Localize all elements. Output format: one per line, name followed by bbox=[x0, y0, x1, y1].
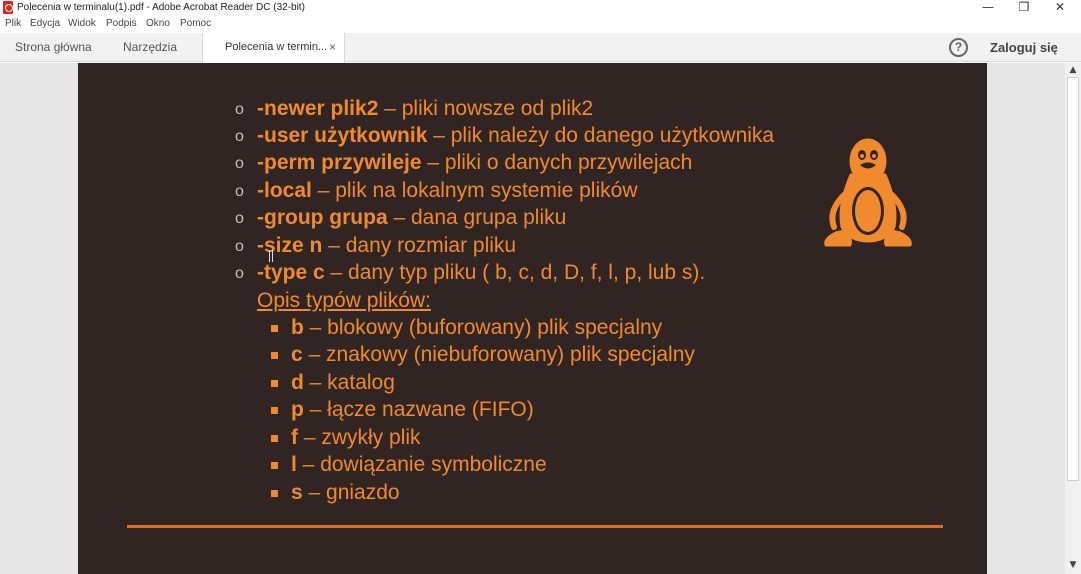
file-type-bullet bbox=[271, 325, 278, 332]
option-bullet: o bbox=[235, 265, 244, 282]
menu-pomoc[interactable]: Pomoc bbox=[180, 18, 211, 29]
window-title: Polecenia w terminalu(1).pdf - Adobe Acr… bbox=[17, 2, 305, 13]
acrobat-pdf-icon bbox=[3, 1, 13, 14]
restore-button[interactable]: ❐ bbox=[1006, 0, 1042, 17]
option-line: -group grupa – dana grupa pliku bbox=[257, 206, 566, 230]
file-type-bullet bbox=[271, 462, 278, 469]
file-type-desc: – znakowy (niebuforowany) plik specjalny bbox=[302, 343, 695, 366]
sign-in-button[interactable]: Zaloguj się bbox=[990, 40, 1058, 55]
tab-home[interactable]: Strona główna bbox=[15, 33, 92, 62]
option-flag: -perm przywileje bbox=[257, 151, 422, 174]
tab-tools[interactable]: Narzędzia bbox=[123, 33, 177, 62]
file-type-code: c bbox=[291, 343, 303, 366]
close-window-button[interactable]: ✕ bbox=[1042, 0, 1078, 17]
menu-edycja[interactable]: Edycja bbox=[30, 18, 60, 29]
option-desc: – dana grupa pliku bbox=[387, 206, 567, 229]
option-flag: -user użytkownik bbox=[257, 124, 428, 147]
file-type-code: f bbox=[291, 426, 298, 449]
option-bullet: o bbox=[235, 155, 244, 172]
pdf-page: o -newer plik2 – pliki nowsze od plik2 o… bbox=[78, 63, 987, 574]
tab-bar: Strona główna Narzędzia Polecenia w term… bbox=[0, 33, 1081, 63]
file-types-heading: Opis typów plików: bbox=[257, 289, 431, 312]
document-viewport[interactable]: o -newer plik2 – pliki nowsze od plik2 o… bbox=[0, 63, 1065, 574]
option-bullet: o bbox=[235, 128, 244, 145]
option-flag: -group grupa bbox=[257, 206, 388, 229]
file-type-line: s – gniazdo bbox=[291, 481, 400, 505]
scroll-up-icon[interactable]: ▲ bbox=[1065, 63, 1081, 77]
option-desc: – plik na lokalnym systemie plików bbox=[311, 179, 638, 202]
menu-bar: Plik Edycja Widok Podpis Okno Pomoc bbox=[0, 17, 1081, 33]
text-cursor-icon bbox=[269, 250, 273, 262]
file-type-bullet bbox=[271, 407, 278, 414]
file-type-line: c – znakowy (niebuforowany) plik specjal… bbox=[291, 343, 695, 367]
scroll-down-icon[interactable]: ▼ bbox=[1065, 558, 1081, 572]
option-line: -newer plik2 – pliki nowsze od plik2 bbox=[257, 97, 593, 121]
file-type-line: l – dowiązanie symboliczne bbox=[291, 453, 547, 477]
file-type-bullet bbox=[271, 490, 278, 497]
file-type-code: d bbox=[291, 371, 304, 394]
tab-document-label: Polecenia w termin... bbox=[225, 41, 328, 53]
option-desc: – plik należy do danego użytkownika bbox=[427, 124, 775, 147]
scroll-thumb[interactable] bbox=[1067, 77, 1079, 481]
help-circle-icon[interactable]: ? bbox=[949, 38, 968, 57]
tab-document[interactable]: Polecenia w termin... × bbox=[202, 33, 345, 63]
file-type-desc: – katalog bbox=[303, 371, 395, 394]
tab-close-icon[interactable]: × bbox=[329, 33, 336, 61]
vertical-scrollbar[interactable]: ▲ ▼ bbox=[1065, 63, 1081, 574]
option-line: -perm przywileje – pliki o danych przywi… bbox=[257, 151, 692, 175]
option-bullet: o bbox=[235, 210, 244, 227]
option-line: -type c – dany typ pliku ( b, c, d, D, f… bbox=[257, 261, 705, 285]
option-flag: -newer plik2 bbox=[257, 97, 379, 120]
file-type-bullet bbox=[271, 435, 278, 442]
file-type-desc: – dowiązanie symboliczne bbox=[296, 453, 547, 476]
menu-podpis[interactable]: Podpis bbox=[106, 18, 137, 29]
option-line: -user użytkownik – plik należy do danego… bbox=[257, 124, 774, 148]
file-type-bullet bbox=[271, 352, 278, 359]
option-bullet: o bbox=[235, 183, 244, 200]
option-line: -local – plik na lokalnym systemie plikó… bbox=[257, 179, 637, 203]
option-bullet: o bbox=[235, 101, 244, 118]
file-type-bullet bbox=[271, 380, 278, 387]
menu-widok[interactable]: Widok bbox=[68, 18, 96, 29]
file-type-desc: – zwykły plik bbox=[298, 426, 421, 449]
option-flag: -type c bbox=[257, 261, 325, 284]
option-desc: – pliki nowsze od plik2 bbox=[378, 97, 594, 120]
file-type-desc: – łącze nazwane (FIFO) bbox=[303, 398, 534, 421]
menu-plik[interactable]: Plik bbox=[5, 18, 21, 29]
file-type-line: d – katalog bbox=[291, 371, 395, 395]
minimize-button[interactable]: — bbox=[970, 0, 1006, 17]
file-type-line: b – blokowy (buforowany) plik specjalny bbox=[291, 316, 662, 340]
option-desc: – dany typ pliku ( b, c, d, D, f, l, p, … bbox=[324, 261, 706, 284]
file-type-desc: – blokowy (buforowany) plik specjalny bbox=[303, 316, 663, 339]
option-flag: -size n bbox=[257, 234, 323, 257]
option-line: -size n – dany rozmiar pliku bbox=[257, 234, 516, 258]
file-type-code: b bbox=[291, 316, 304, 339]
option-desc: – dany rozmiar pliku bbox=[322, 234, 517, 257]
file-type-desc: – gniazdo bbox=[302, 481, 400, 504]
option-bullet: o bbox=[235, 238, 244, 255]
option-desc: – pliki o danych przywilejach bbox=[421, 151, 693, 174]
file-type-code: p bbox=[291, 398, 304, 421]
option-flag: -local bbox=[257, 179, 312, 202]
menu-okno[interactable]: Okno bbox=[146, 18, 170, 29]
slide-divider bbox=[127, 525, 943, 528]
file-type-code: s bbox=[291, 481, 303, 504]
file-type-line: p – łącze nazwane (FIFO) bbox=[291, 398, 534, 422]
title-bar: Polecenia w terminalu(1).pdf - Adobe Acr… bbox=[0, 0, 1081, 17]
tux-penguin-icon bbox=[824, 138, 912, 247]
file-type-line: f – zwykły plik bbox=[291, 426, 421, 450]
